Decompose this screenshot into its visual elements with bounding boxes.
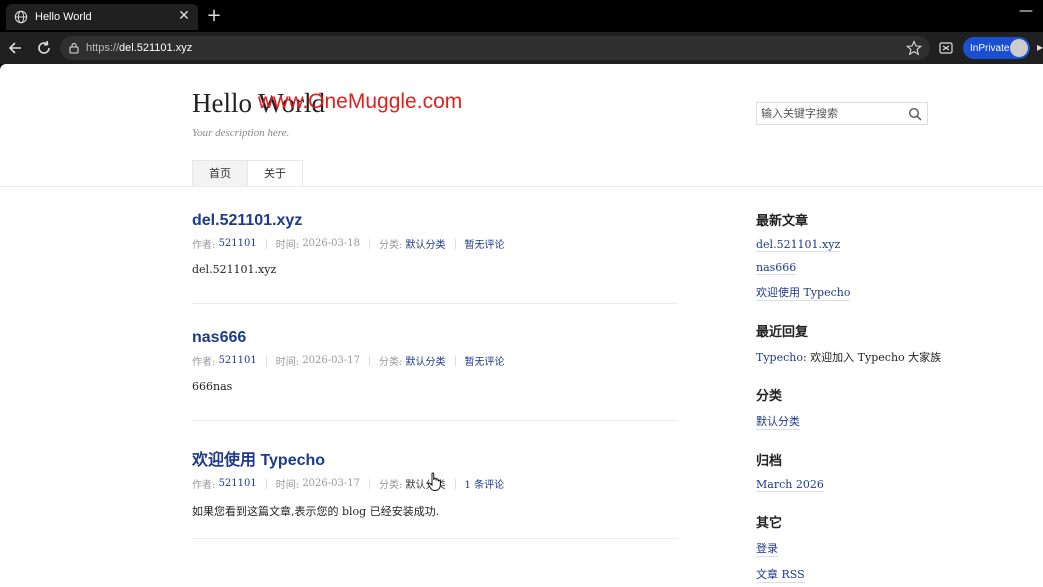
post-title[interactable]: del.521101.xyz	[192, 212, 678, 230]
time-label: 时间:	[275, 480, 300, 491]
nav-item-home[interactable]: 首页	[192, 160, 248, 187]
avatar[interactable]	[1010, 39, 1028, 57]
recent-post-link[interactable]: del.521101.xyz	[756, 238, 841, 252]
author-link[interactable]: 521101	[219, 355, 257, 366]
post-divider	[192, 538, 678, 539]
sidebar: 最新文章 del.521101.xyz nas666 欢迎使用 Typecho …	[756, 210, 956, 587]
tab-title: Hello World	[35, 11, 92, 23]
url-text[interactable]: https://del.521101.xyz	[86, 42, 192, 54]
browser-tab[interactable]: Hello World ✕	[6, 4, 198, 30]
category-link[interactable]: 默认分类	[756, 413, 800, 430]
post-title[interactable]: nas666	[192, 329, 678, 347]
author-label: 作者:	[192, 357, 216, 368]
recent-post-link[interactable]: 欢迎使用 Typecho	[756, 284, 851, 301]
recent-posts-widget: 最新文章 del.521101.xyz nas666 欢迎使用 Typecho	[756, 210, 956, 301]
post-excerpt: 如果您看到这篇文章,表示您的 blog 已经安装成功.	[192, 505, 440, 518]
lock-icon[interactable]	[68, 42, 80, 54]
widget-title: 最新文章	[756, 214, 809, 229]
inprivate-label: InPrivate	[970, 42, 1010, 54]
nav-divider	[0, 186, 1043, 187]
post-time: 2026-03-17	[302, 478, 360, 489]
browser-tab-bar: Hello World ✕ + —	[0, 0, 1043, 32]
post-divider	[192, 303, 678, 304]
recent-comment: Typecho: 欢迎加入 Typecho 大家族	[756, 349, 956, 365]
time-label: 时间:	[275, 357, 300, 368]
author-label: 作者:	[192, 480, 216, 491]
comments-link[interactable]: 1 条评论	[465, 476, 505, 491]
extensions-icon[interactable]	[938, 40, 954, 56]
menu-more-icon[interactable]: ▸	[1037, 40, 1043, 54]
browser-toolbar: https://del.521101.xyz InPrivate ▸	[0, 32, 1043, 64]
post-meta: 作者: 521101 时间: 2026-03-18 分类: 默认分类 暂无评论	[192, 236, 678, 251]
post-time: 2026-03-17	[302, 355, 360, 366]
archives-widget: 归档 March 2026	[756, 450, 956, 492]
post-item: nas666 作者: 521101 时间: 2026-03-17 分类: 默认分…	[192, 329, 678, 393]
recent-post-link[interactable]: nas666	[756, 261, 797, 275]
widget-title: 其它	[756, 516, 783, 531]
back-arrow-icon[interactable]	[6, 38, 26, 58]
post-excerpt: del.521101.xyz	[192, 263, 277, 276]
widget-title: 归档	[756, 454, 783, 469]
comments-link[interactable]: 暂无评论	[465, 353, 505, 368]
category-label: 分类:	[378, 480, 403, 491]
categories-widget: 分类 默认分类	[756, 385, 956, 430]
address-bar[interactable]: https://del.521101.xyz	[60, 36, 930, 60]
category-label: 分类:	[378, 240, 403, 251]
login-link[interactable]: 登录	[756, 540, 778, 557]
author-link[interactable]: 521101	[219, 478, 257, 489]
author-label: 作者:	[192, 240, 216, 251]
post-time: 2026-03-18	[302, 238, 360, 249]
comments-link[interactable]: 暂无评论	[465, 236, 505, 251]
new-tab-button[interactable]: +	[204, 5, 224, 26]
search-icon[interactable]	[908, 107, 922, 121]
rss-link[interactable]: 文章 RSS	[756, 566, 805, 583]
widget-title: 最近回复	[756, 325, 809, 340]
category-link[interactable]: 默认分类	[406, 353, 446, 368]
close-icon[interactable]: ✕	[176, 8, 192, 24]
hand-cursor-icon	[427, 472, 441, 491]
favorite-star-icon[interactable]	[906, 40, 922, 56]
web-page: Hello World www.OneMuggle.com Your descr…	[0, 64, 1043, 587]
search-input[interactable]	[761, 107, 909, 120]
comment-author-link[interactable]: Typecho	[756, 351, 803, 364]
archive-link[interactable]: March 2026	[756, 478, 824, 492]
main-nav: 首页 关于	[192, 160, 303, 187]
time-label: 时间:	[275, 240, 300, 251]
inprivate-badge[interactable]: InPrivate	[963, 37, 1030, 59]
site-description: Your description here.	[192, 127, 290, 139]
search-box	[756, 102, 928, 125]
comment-text: : 欢迎加入 Typecho 大家族	[802, 351, 942, 364]
recent-comments-widget: 最近回复 Typecho: 欢迎加入 Typecho 大家族	[756, 321, 956, 365]
refresh-icon[interactable]	[34, 38, 54, 58]
post-divider	[192, 420, 678, 421]
category-link[interactable]: 默认分类	[406, 236, 446, 251]
post-meta: 作者: 521101 时间: 2026-03-17 分类: 默认分类 暂无评论	[192, 353, 678, 368]
post-excerpt: 666nas	[192, 380, 233, 393]
globe-icon	[14, 10, 28, 24]
watermark-text: www.OneMuggle.com	[258, 90, 463, 113]
category-label: 分类:	[378, 357, 403, 368]
post-title[interactable]: 欢迎使用 Typecho	[192, 446, 678, 470]
other-widget: 其它 登录 文章 RSS	[756, 512, 956, 583]
author-link[interactable]: 521101	[219, 238, 257, 249]
minimize-icon[interactable]: —	[1019, 3, 1033, 19]
nav-item-about[interactable]: 关于	[248, 160, 303, 187]
widget-title: 分类	[756, 389, 783, 404]
post-item: del.521101.xyz 作者: 521101 时间: 2026-03-18…	[192, 212, 678, 276]
